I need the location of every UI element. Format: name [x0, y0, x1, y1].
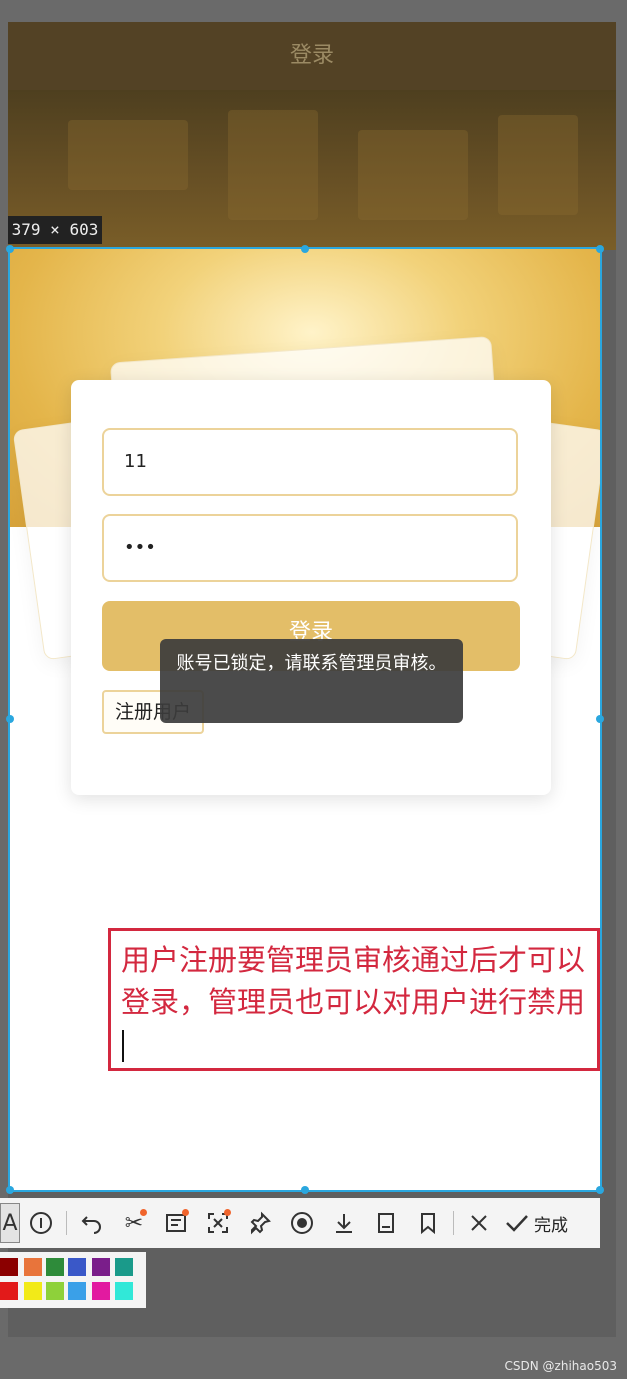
download-icon[interactable] [323, 1203, 365, 1243]
selection-size-label: 379 × 603 [8, 216, 102, 244]
color-swatch[interactable] [0, 1282, 18, 1300]
color-swatch[interactable] [68, 1282, 86, 1300]
undo-icon[interactable] [71, 1203, 113, 1243]
handle-bottom-center[interactable] [301, 1186, 309, 1194]
login-card: 11 ••• 登录 注册用户 [71, 380, 551, 795]
color-swatch[interactable] [46, 1258, 64, 1276]
color-palette [0, 1252, 146, 1308]
username-input[interactable]: 11 [102, 428, 518, 496]
color-swatch[interactable] [24, 1282, 42, 1300]
close-icon[interactable] [458, 1203, 500, 1243]
screenshot-toolbar: A ✂ 完成 [0, 1198, 600, 1248]
color-swatch[interactable] [24, 1258, 42, 1276]
color-swatch[interactable] [0, 1258, 18, 1276]
color-swatch[interactable] [115, 1258, 133, 1276]
toast-message: 账号已锁定，请联系管理员审核。 [160, 639, 463, 723]
handle-top-center[interactable] [301, 245, 309, 253]
color-swatch[interactable] [68, 1258, 86, 1276]
badge-dot [182, 1209, 189, 1216]
check-icon [506, 1215, 528, 1232]
screenshot-selection-area[interactable]: 11 ••• 登录 注册用户 账号已锁定，请联系管理员审核。 用户注册要管理员审… [8, 247, 602, 1192]
scan-icon[interactable] [197, 1203, 239, 1243]
toolbar-separator [453, 1211, 454, 1235]
info-icon[interactable] [20, 1203, 62, 1243]
record-icon[interactable] [281, 1203, 323, 1243]
handle-bottom-left[interactable] [6, 1186, 14, 1194]
text-caret [122, 1030, 124, 1062]
done-label: 完成 [534, 1215, 568, 1236]
done-button[interactable]: 完成 [504, 1211, 568, 1236]
badge-dot [140, 1209, 147, 1216]
cut-icon[interactable]: ✂ [113, 1203, 155, 1243]
password-input[interactable]: ••• [102, 514, 518, 582]
handle-middle-left[interactable] [6, 715, 14, 723]
text-icon[interactable]: A [0, 1203, 20, 1243]
annotation-text: 用户注册要管理员审核通过后才可以登录，管理员也可以对用户进行禁用 [121, 943, 586, 1019]
color-swatch[interactable] [92, 1258, 110, 1276]
toolbar-separator [66, 1211, 67, 1235]
handle-top-left[interactable] [6, 245, 14, 253]
ocr-icon[interactable] [155, 1203, 197, 1243]
color-swatch[interactable] [46, 1282, 64, 1300]
badge-dot [224, 1209, 231, 1216]
handle-middle-right[interactable] [596, 715, 604, 723]
handle-bottom-right[interactable] [596, 1186, 604, 1194]
text-annotation-box[interactable]: 用户注册要管理员审核通过后才可以登录，管理员也可以对用户进行禁用 [108, 928, 600, 1071]
bookmark-icon[interactable] [407, 1203, 449, 1243]
watermark: CSDN @zhihao503 [504, 1359, 617, 1373]
color-swatch[interactable] [115, 1282, 133, 1300]
color-swatch[interactable] [92, 1282, 110, 1300]
handle-top-right[interactable] [596, 245, 604, 253]
save-icon[interactable] [365, 1203, 407, 1243]
app-header-title: 登录 [8, 22, 616, 90]
pin-icon[interactable] [239, 1203, 281, 1243]
